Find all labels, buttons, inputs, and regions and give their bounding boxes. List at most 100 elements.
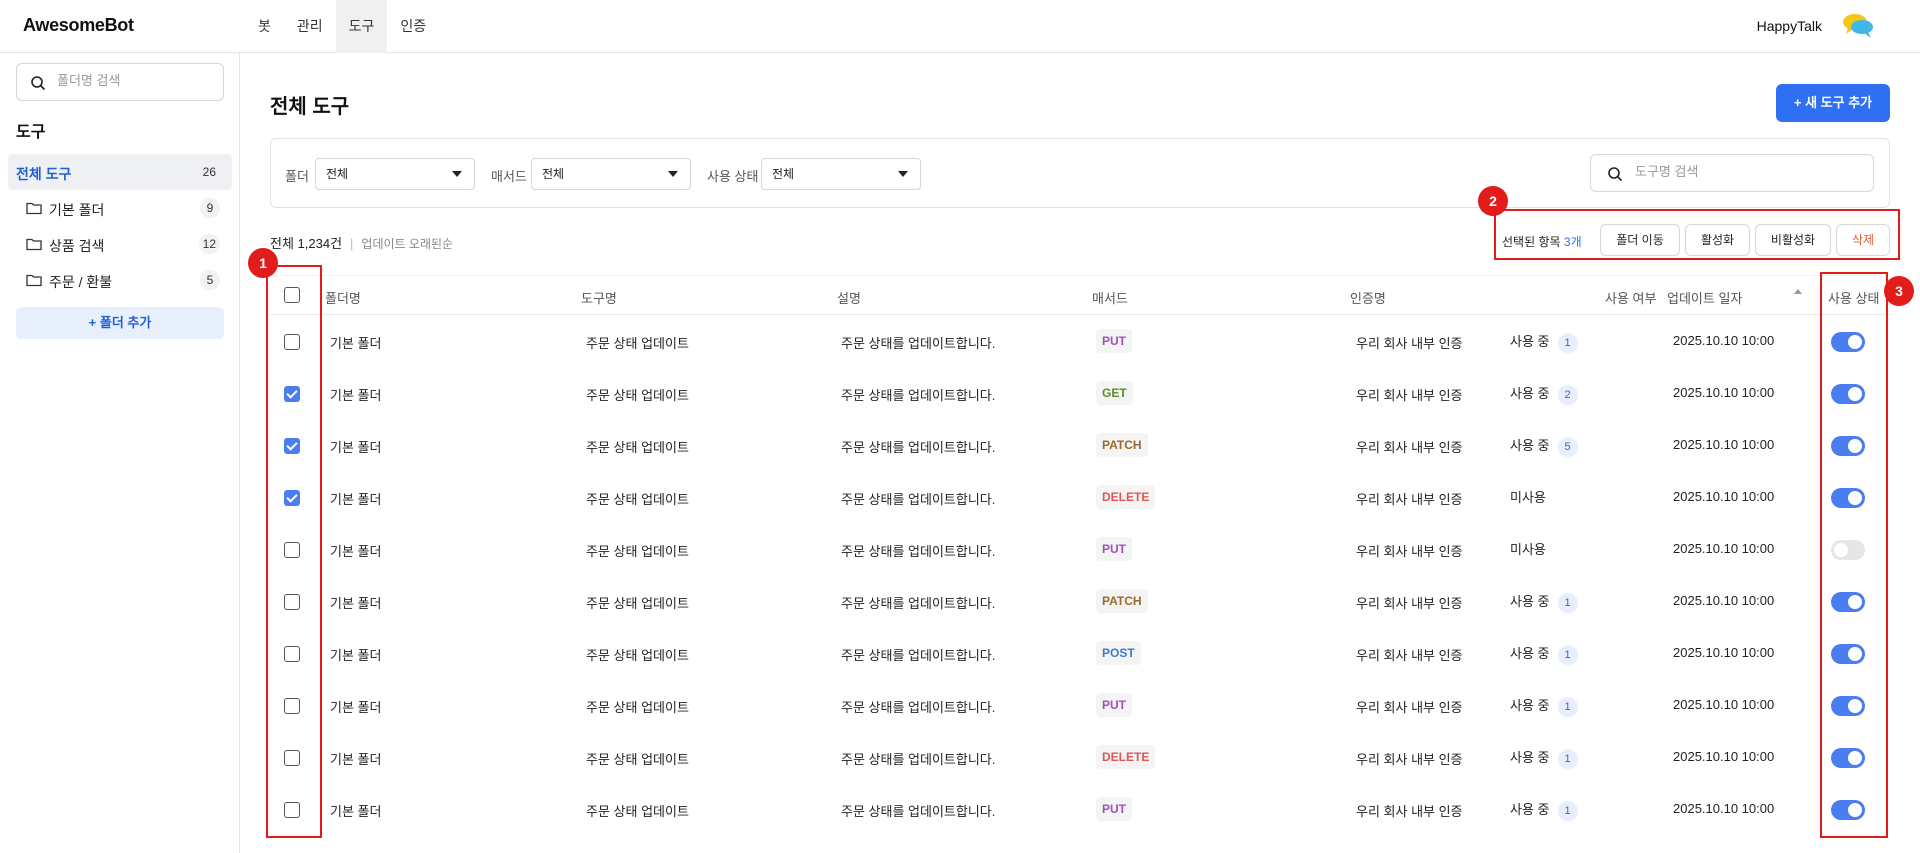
cell-auth: 우리 회사 내부 인증 — [1356, 752, 1463, 767]
table-row[interactable]: 기본 폴더 주문 상태 업데이트 주문 상태를 업데이트합니다. PUT 우리 회사 내… — [270, 316, 1890, 368]
status-toggle[interactable] — [1831, 748, 1865, 768]
status-toggle[interactable] — [1831, 384, 1865, 404]
nav-item-bot[interactable]: 봇 — [245, 0, 284, 53]
cell-tool-name[interactable]: 주문 상태 업데이트 — [586, 333, 689, 352]
status-toggle[interactable] — [1831, 488, 1865, 508]
row-checkbox[interactable] — [284, 490, 300, 506]
sidebar-item-product-search[interactable]: 상품 검색 12 — [8, 226, 232, 262]
row-checkbox[interactable] — [284, 750, 300, 766]
tool-search-input[interactable] — [1635, 164, 1855, 179]
cell-updated: 2025.10.10 10:00 — [1673, 385, 1775, 400]
nav-item-tools[interactable]: 도구 — [335, 0, 388, 53]
cell-tool-name[interactable]: 주문 상태 업데이트 — [586, 437, 689, 456]
cell-tool-name[interactable]: 주문 상태 업데이트 — [586, 385, 689, 404]
method-badge: GET — [1096, 381, 1133, 405]
chat-bubbles-icon[interactable] — [1842, 12, 1874, 40]
header-description[interactable]: 설명 — [837, 288, 861, 307]
usage-count-badge[interactable]: 1 — [1557, 644, 1578, 665]
cell-folder: 기본 폴더 — [330, 440, 382, 455]
table-row[interactable]: 기본 폴더 주문 상태 업데이트 주문 상태를 업데이트합니다. PUT 우리 회사 내… — [270, 680, 1890, 732]
folder-filter-select[interactable]: 전체 — [315, 158, 475, 190]
header-updated[interactable]: 업데이트 일자 — [1667, 288, 1742, 307]
method-badge: PATCH — [1096, 433, 1148, 457]
select-all-checkbox[interactable] — [284, 287, 300, 303]
status-toggle[interactable] — [1831, 800, 1865, 820]
cell-tool-name[interactable]: 주문 상태 업데이트 — [586, 801, 689, 820]
table-row[interactable]: 기본 폴더 주문 상태 업데이트 주문 상태를 업데이트합니다. PUT 우리 회사 내… — [270, 524, 1890, 576]
cell-usage: 미사용 — [1510, 539, 1546, 558]
table-row[interactable]: 기본 폴더 주문 상태 업데이트 주문 상태를 업데이트합니다. GET 우리 회사 내… — [270, 368, 1890, 420]
folder-list: 전체 도구 26 기본 폴더 9 상품 검색 12 주문 / 환불 5 — [8, 154, 232, 298]
row-checkbox[interactable] — [284, 386, 300, 402]
sidebar-item-default-folder[interactable]: 기본 폴더 9 — [8, 190, 232, 226]
sidebar-item-order-refund[interactable]: 주문 / 환불 5 — [8, 262, 232, 298]
move-folder-button[interactable]: 폴더 이동 — [1600, 224, 1680, 256]
usage-count-badge[interactable]: 1 — [1557, 800, 1578, 821]
status-toggle[interactable] — [1831, 644, 1865, 664]
folder-search-input[interactable] — [57, 73, 217, 88]
sort-order[interactable]: 업데이트 오래된순 — [361, 237, 453, 251]
status-toggle[interactable] — [1831, 332, 1865, 352]
sidebar-item-count: 5 — [200, 270, 220, 290]
cell-folder: 기본 폴더 — [330, 544, 382, 559]
header-auth[interactable]: 인증명 — [1350, 288, 1386, 307]
cell-folder: 기본 폴더 — [330, 700, 382, 715]
usage-count-badge[interactable]: 2 — [1557, 384, 1578, 405]
row-checkbox[interactable] — [284, 438, 300, 454]
header-status[interactable]: 사용 상태 — [1828, 288, 1879, 307]
header-method[interactable]: 매서드 — [1092, 288, 1128, 307]
usage-text: 사용 중 — [1510, 698, 1550, 713]
cell-tool-name[interactable]: 주문 상태 업데이트 — [586, 489, 689, 508]
method-filter-select[interactable]: 전체 — [531, 158, 691, 190]
cell-updated: 2025.10.10 10:00 — [1673, 645, 1775, 660]
usage-count-badge[interactable]: 1 — [1557, 748, 1578, 769]
nav-item-auth[interactable]: 인증 — [387, 0, 439, 53]
status-toggle[interactable] — [1831, 592, 1865, 612]
row-checkbox[interactable] — [284, 698, 300, 714]
table-row[interactable]: 기본 폴더 주문 상태 업데이트 주문 상태를 업데이트합니다. PUT 우리 회사 내… — [270, 784, 1890, 836]
tool-search-box[interactable] — [1590, 154, 1874, 192]
sort-ascending-icon[interactable] — [1794, 289, 1802, 294]
delete-button[interactable]: 삭제 — [1836, 224, 1890, 256]
method-badge: PUT — [1096, 329, 1132, 353]
cell-tool-name[interactable]: 주문 상태 업데이트 — [586, 593, 689, 612]
cell-tool-name[interactable]: 주문 상태 업데이트 — [586, 645, 689, 664]
row-checkbox[interactable] — [284, 542, 300, 558]
cell-usage: 사용 중 1 — [1510, 695, 1578, 717]
status-toggle[interactable] — [1831, 696, 1865, 716]
activate-button[interactable]: 활성화 — [1685, 224, 1750, 256]
usage-count-badge[interactable]: 5 — [1557, 436, 1578, 457]
sidebar-item-all-tools[interactable]: 전체 도구 26 — [8, 154, 232, 190]
status-toggle[interactable] — [1831, 436, 1865, 456]
deactivate-button[interactable]: 비활성화 — [1755, 224, 1831, 256]
cell-tool-name[interactable]: 주문 상태 업데이트 — [586, 749, 689, 768]
table-row[interactable]: 기본 폴더 주문 상태 업데이트 주문 상태를 업데이트합니다. DELETE 우리 회… — [270, 732, 1890, 784]
status-filter-select[interactable]: 전체 — [761, 158, 921, 190]
cell-description: 주문 상태를 업데이트합니다. — [841, 336, 996, 351]
usage-count-badge[interactable]: 1 — [1557, 696, 1578, 717]
folder-search-box[interactable] — [16, 63, 224, 101]
app-logo[interactable]: AwesomeBot — [23, 15, 134, 36]
row-checkbox[interactable] — [284, 646, 300, 662]
usage-count-badge[interactable]: 1 — [1557, 332, 1578, 353]
header-tool[interactable]: 도구명 — [581, 288, 617, 307]
row-checkbox[interactable] — [284, 802, 300, 818]
cell-tool-name[interactable]: 주문 상태 업데이트 — [586, 541, 689, 560]
cell-folder: 기본 폴더 — [330, 492, 382, 507]
add-tool-button[interactable]: + 새 도구 추가 — [1776, 84, 1890, 122]
usage-count-badge[interactable]: 1 — [1557, 592, 1578, 613]
table-row[interactable]: 기본 폴더 주문 상태 업데이트 주문 상태를 업데이트합니다. PATCH 우리 회사… — [270, 420, 1890, 472]
method-badge: PATCH — [1096, 589, 1148, 613]
header-usage[interactable]: 사용 여부 — [1605, 288, 1656, 307]
status-toggle[interactable] — [1831, 540, 1865, 560]
add-folder-button[interactable]: + 폴더 추가 — [16, 307, 224, 339]
nav-item-manage[interactable]: 관리 — [284, 0, 336, 53]
table-row[interactable]: 기본 폴더 주문 상태 업데이트 주문 상태를 업데이트합니다. POST 우리 회사 … — [270, 628, 1890, 680]
header-folder[interactable]: 폴더명 — [325, 288, 361, 307]
account-name[interactable]: HappyTalk — [1757, 18, 1822, 34]
row-checkbox[interactable] — [284, 594, 300, 610]
cell-tool-name[interactable]: 주문 상태 업데이트 — [586, 697, 689, 716]
row-checkbox[interactable] — [284, 334, 300, 350]
table-row[interactable]: 기본 폴더 주문 상태 업데이트 주문 상태를 업데이트합니다. DELETE 우리 회… — [270, 472, 1890, 524]
table-row[interactable]: 기본 폴더 주문 상태 업데이트 주문 상태를 업데이트합니다. PATCH 우리 회사… — [270, 576, 1890, 628]
